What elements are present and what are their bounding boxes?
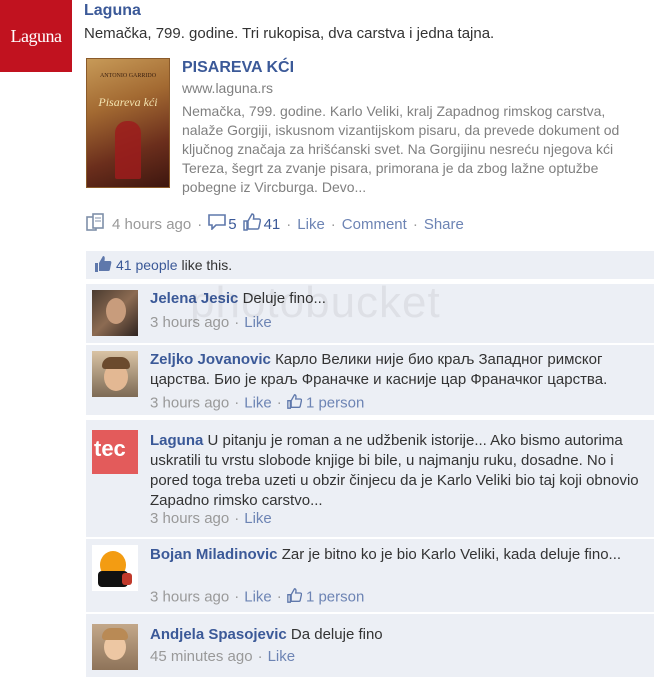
comment-author[interactable]: Zeljko Jovanovic bbox=[150, 351, 271, 368]
comment-body: Laguna U pitanju je roman a ne udžbenik … bbox=[150, 431, 650, 511]
comment-item: Andjela Spasojevic Da deluje fino 45 min… bbox=[86, 614, 654, 677]
attachment-title[interactable]: PISAREVA KĆI bbox=[182, 59, 294, 77]
comment-meta: 3 hours ago · Like · 1 person bbox=[150, 588, 365, 607]
post-author[interactable]: Laguna bbox=[84, 2, 141, 20]
comment-meta: 3 hours ago · Like · 1 person bbox=[150, 394, 365, 413]
comment-body: Andjela Spasojevic Da deluje fino bbox=[150, 625, 650, 645]
cover-author: ANTONIO GARRIDO bbox=[99, 73, 157, 79]
link-share-icon bbox=[86, 212, 106, 236]
comment-text: Da deluje fino bbox=[290, 626, 383, 643]
comment-author[interactable]: Laguna bbox=[150, 432, 203, 449]
comment-like-link[interactable]: Like bbox=[268, 648, 296, 665]
cover-figure bbox=[115, 121, 141, 179]
comment-body: Jelena Jesic Deluje fino... bbox=[150, 289, 650, 309]
comment-meta: 3 hours ago · Like bbox=[150, 314, 272, 331]
avatar[interactable] bbox=[92, 290, 138, 336]
link-attachment: ANTONIO GARRIDO Pisareva kći PISAREVA KĆ… bbox=[84, 55, 644, 195]
avatar[interactable] bbox=[92, 545, 138, 591]
like-link[interactable]: Like bbox=[297, 216, 325, 233]
post-timestamp[interactable]: 4 hours ago bbox=[112, 216, 191, 233]
post-message: Nemačka, 799. godine. Tri rukopisa, dva … bbox=[84, 25, 495, 42]
comment-time[interactable]: 45 minutes ago bbox=[150, 648, 253, 665]
comment-text: Deluje fino... bbox=[242, 290, 326, 307]
comment-body: Zeljko Jovanovic Карло Велики није био к… bbox=[150, 350, 650, 390]
thumbs-up-icon bbox=[286, 588, 302, 607]
comment-item: Bojan Miladinovic Zar je bitno ko je bio… bbox=[86, 539, 654, 612]
thumbs-up-icon[interactable] bbox=[242, 213, 261, 235]
comment-like-link[interactable]: Like bbox=[244, 588, 272, 605]
comment-time[interactable]: 3 hours ago bbox=[150, 588, 229, 605]
comment-like-link[interactable]: Like bbox=[244, 394, 272, 411]
avatar[interactable] bbox=[92, 351, 138, 397]
page-logo[interactable]: Laguna bbox=[0, 0, 72, 72]
comment-meta: 3 hours ago · Like bbox=[150, 510, 272, 527]
like-count[interactable]: 41 bbox=[264, 216, 281, 233]
comment-bubble-icon[interactable] bbox=[208, 214, 227, 234]
comment-time[interactable]: 3 hours ago bbox=[150, 314, 229, 331]
cover-title: Pisareva kći bbox=[98, 95, 158, 109]
likes-text: like this. bbox=[181, 257, 233, 273]
comment-time[interactable]: 3 hours ago bbox=[150, 394, 229, 411]
comment-item: tec Laguna U pitanju je roman a ne udžbe… bbox=[86, 420, 654, 537]
comment-item: Jelena Jesic Deluje fino... 3 hours ago ·… bbox=[86, 284, 654, 343]
thumbs-up-icon bbox=[286, 394, 302, 413]
attachment-description: Nemačka, 799. godine. Karlo Veliki, kral… bbox=[182, 103, 620, 195]
post-actions: 4 hours ago · 5 41 · Like · Comment · Sh… bbox=[86, 212, 464, 236]
book-cover-thumbnail[interactable]: ANTONIO GARRIDO Pisareva kći bbox=[86, 58, 170, 188]
comment-author[interactable]: Bojan Miladinovic bbox=[150, 546, 278, 563]
logo-text: Laguna bbox=[10, 25, 62, 46]
comment-like-link[interactable]: Like bbox=[244, 510, 272, 527]
thumbs-up-icon bbox=[94, 255, 112, 276]
attachment-url[interactable]: www.laguna.rs bbox=[182, 80, 273, 96]
comment-meta: 45 minutes ago · Like bbox=[150, 648, 296, 665]
likes-summary: 41 people like this. bbox=[86, 251, 654, 279]
avatar-text: tec bbox=[94, 436, 126, 461]
comment-count[interactable]: 5 bbox=[228, 216, 236, 233]
comment-item: Zeljko Jovanovic Карло Велики није био к… bbox=[86, 345, 654, 415]
avatar[interactable] bbox=[92, 624, 138, 670]
comment-author[interactable]: Andjela Spasojevic bbox=[150, 626, 287, 643]
comment-likers[interactable]: 1 person bbox=[306, 394, 364, 411]
comment-likers[interactable]: 1 person bbox=[306, 588, 364, 605]
share-link[interactable]: Share bbox=[424, 216, 464, 233]
avatar[interactable]: tec bbox=[92, 430, 138, 474]
comment-link[interactable]: Comment bbox=[342, 216, 407, 233]
comment-text: U pitanju je roman a ne udžbenik istorij… bbox=[150, 432, 639, 509]
comment-author[interactable]: Jelena Jesic bbox=[150, 290, 238, 307]
likers-link[interactable]: 41 people bbox=[116, 257, 178, 273]
comment-text: Zar je bitno ko je bio Karlo Veliki, kad… bbox=[281, 546, 622, 563]
comment-body: Bojan Miladinovic Zar je bitno ko je bio… bbox=[150, 545, 650, 565]
comment-time[interactable]: 3 hours ago bbox=[150, 510, 229, 527]
comment-like-link[interactable]: Like bbox=[244, 314, 272, 331]
